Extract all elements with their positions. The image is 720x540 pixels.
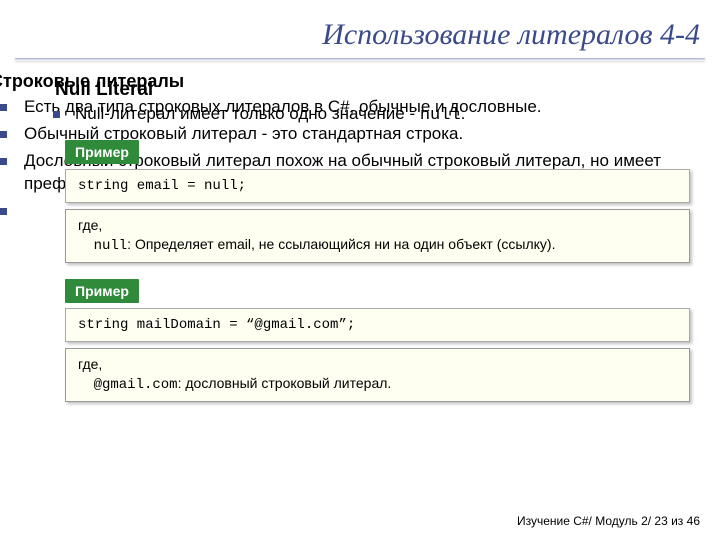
code-inline: @gmail.com [94,377,178,393]
expl-indent [78,375,94,391]
bullet-text-end: . [461,104,466,123]
bullet-list-2: Null-литерал имеет только одно значение … [45,103,720,128]
example-badge: Пример [65,140,139,164]
expl-text: : Определяет email, не ссылающийся ни на… [127,236,555,252]
sub-title: Null Literal [55,79,720,101]
slide-title: Использование литералов 4-4 [0,0,720,52]
code-inline: null [420,106,461,125]
expl-indent [78,236,94,252]
where-label: где, [78,217,102,233]
slide-footer: Изучение C#/ Модуль 2/ 23 из 46 [517,514,700,528]
explanation-box-1: где, null: Определяет email, не ссылающи… [65,209,690,263]
layer-null-literal: Null Literal Null-литерал имеет только о… [45,79,720,410]
where-label: где, [78,356,102,372]
explanation-box-2: где, @gmail.com: дословный строковый лит… [65,348,690,402]
expl-text: : дословный строковый литерал. [178,375,392,391]
code-box-2: string mailDomain = “@gmail.com”; [65,308,690,342]
bullet-item: Null-литерал имеет только одно значение … [45,103,720,128]
code-inline: null [94,238,128,254]
example-badge: Пример [65,279,139,303]
bullet-text: Null-литерал имеет только одно значение … [75,104,420,123]
title-underline [15,58,705,61]
code-box-1: string email = null; [65,169,690,203]
